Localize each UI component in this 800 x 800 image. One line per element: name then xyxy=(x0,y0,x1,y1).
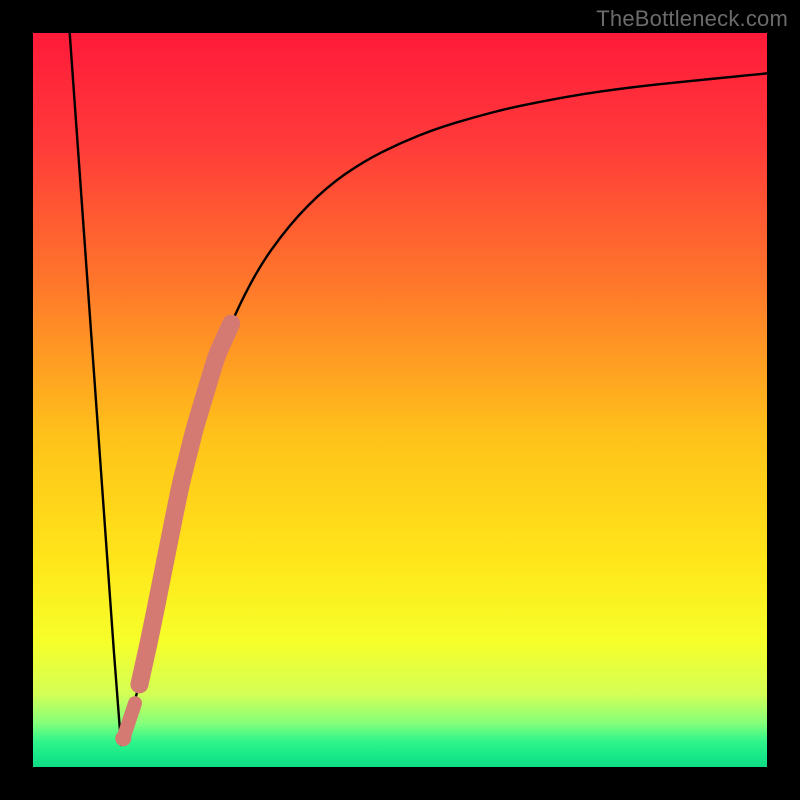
chart-svg xyxy=(33,33,767,767)
highlight-dot xyxy=(115,730,131,746)
plot-area xyxy=(33,33,767,767)
chart-frame: TheBottleneck.com xyxy=(0,0,800,800)
watermark-text: TheBottleneck.com xyxy=(596,6,788,32)
